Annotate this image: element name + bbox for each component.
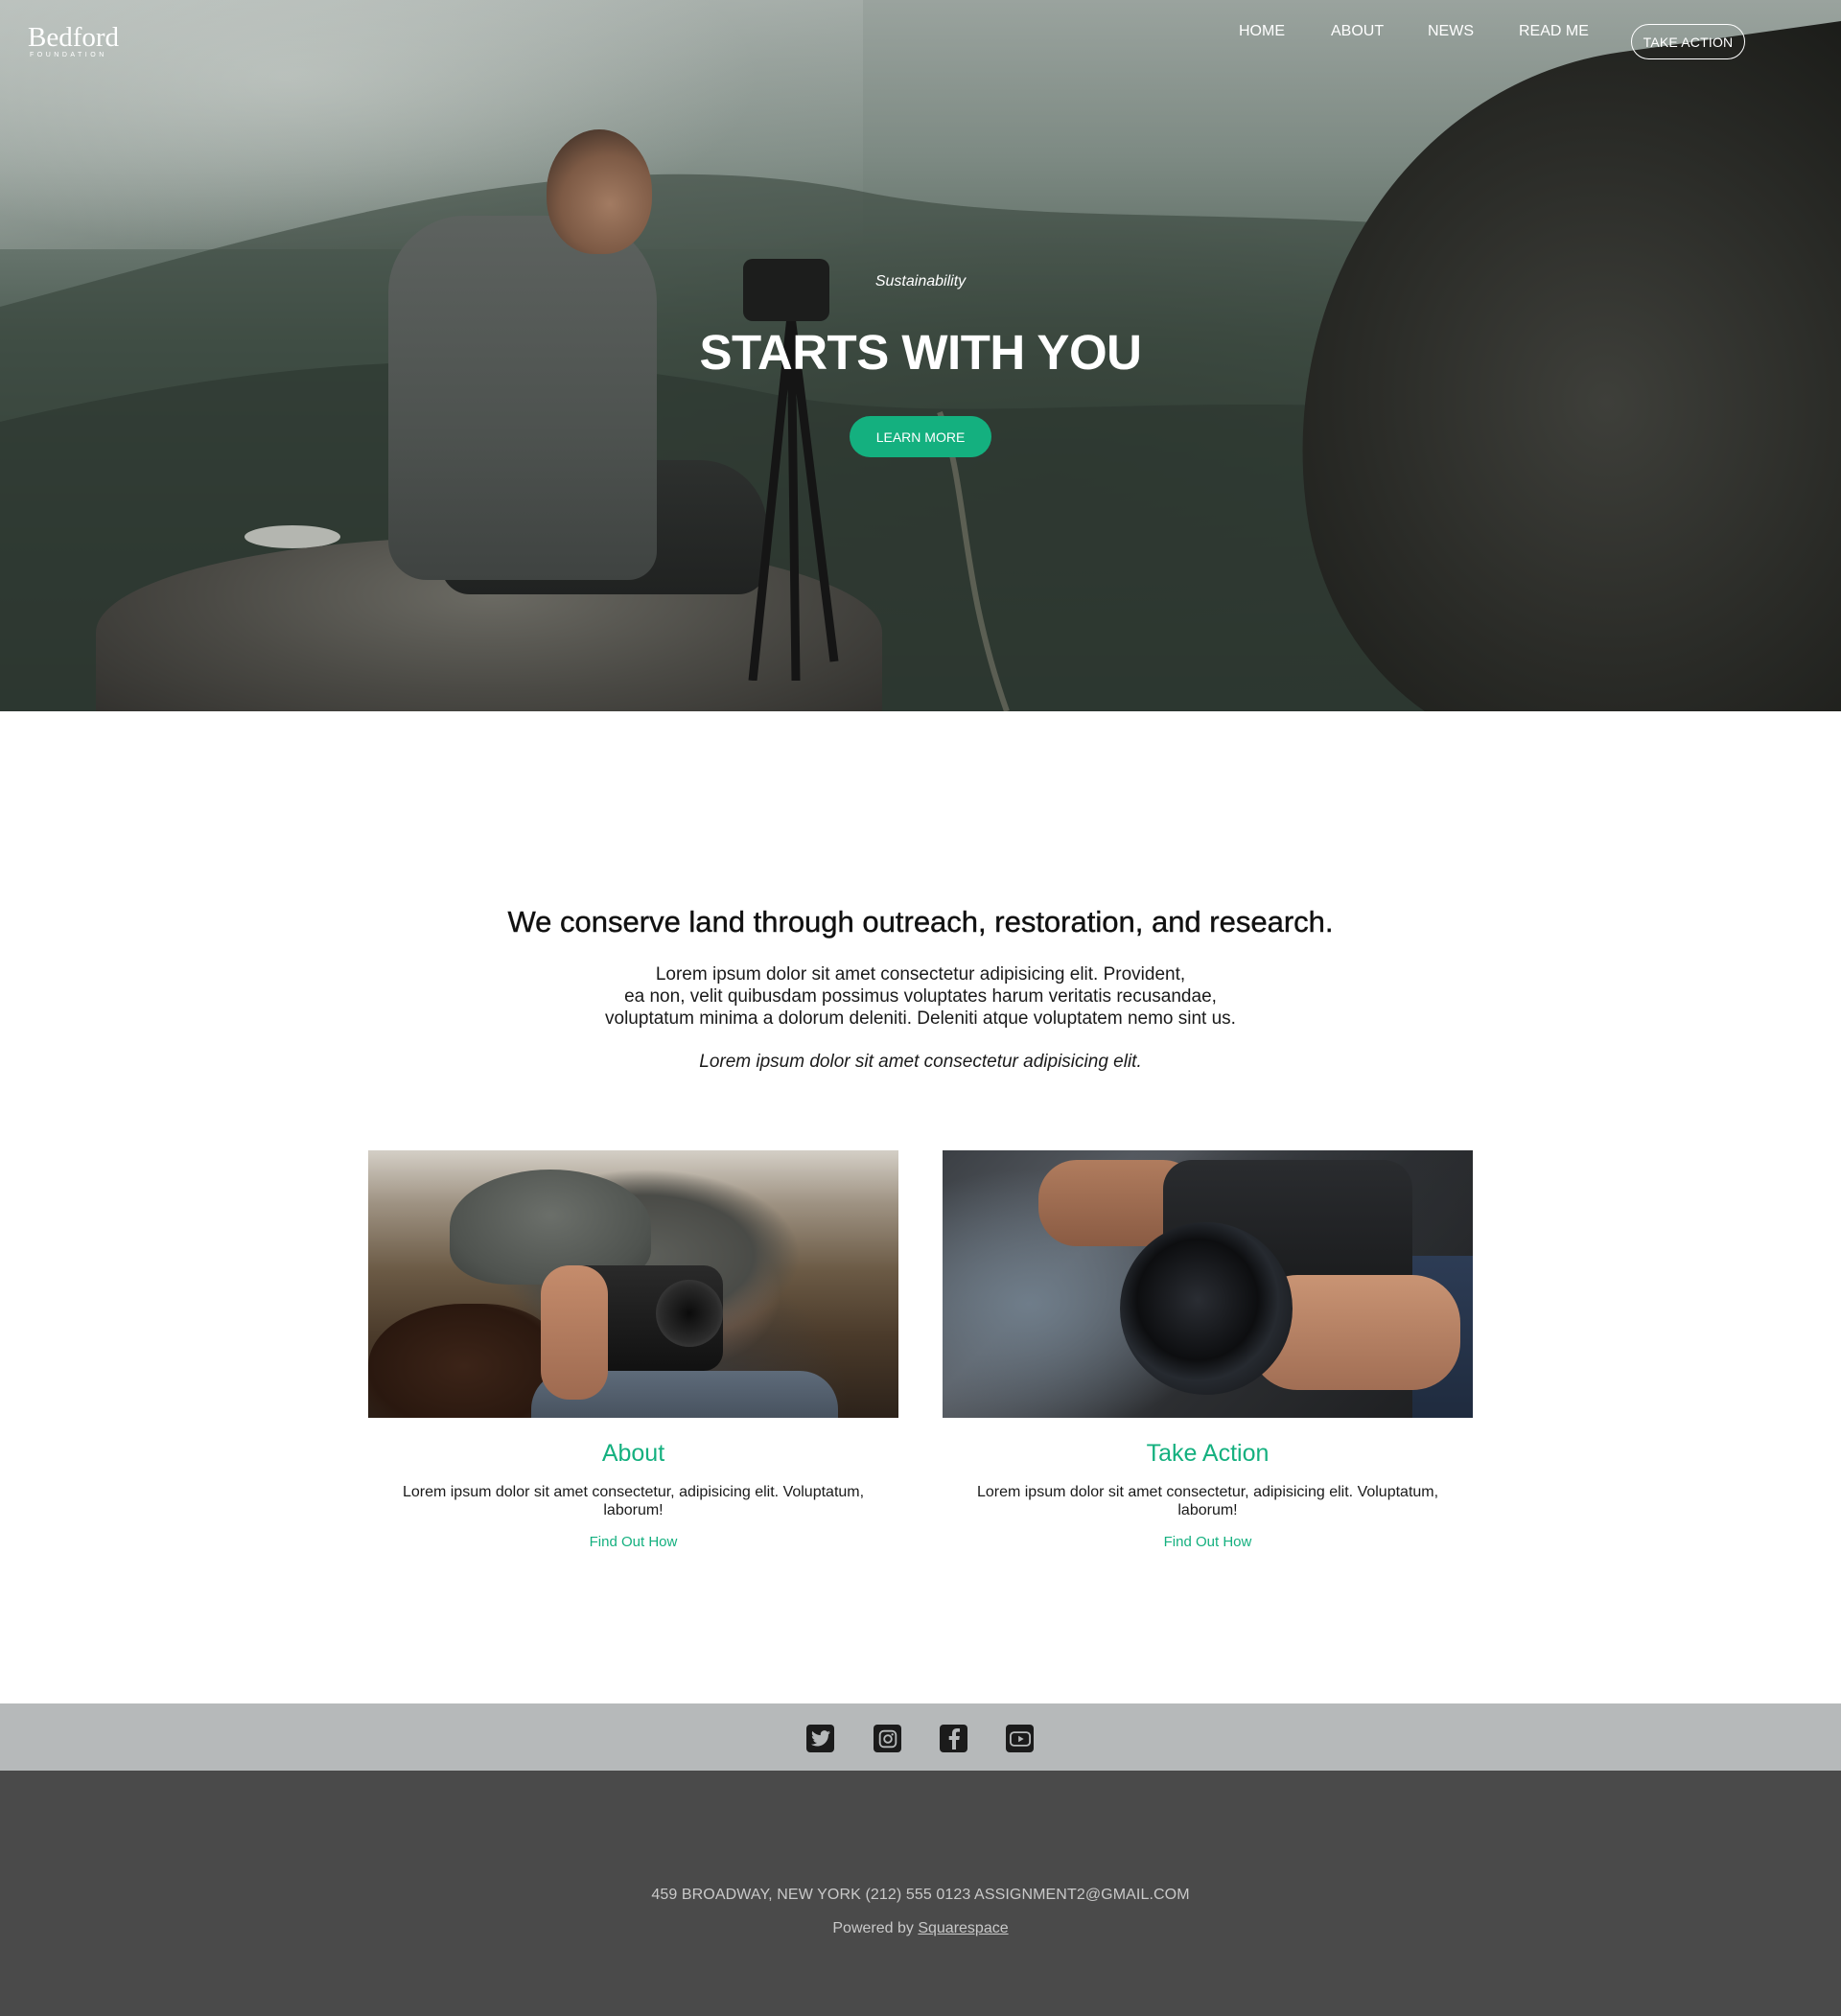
about-card-image [368, 1150, 898, 1418]
intro-italic-line: Lorem ipsum dolor sit amet consectetur a… [699, 1052, 1142, 1072]
take-action-button[interactable]: TAKE ACTION [1631, 24, 1745, 59]
nav-read-me[interactable]: READ ME [1519, 23, 1589, 40]
nav-news[interactable]: NEWS [1428, 23, 1474, 40]
intro-body-line: Lorem ipsum dolor sit amet consectetur a… [655, 964, 1186, 985]
about-image-lens [656, 1280, 723, 1347]
about-image-hand [541, 1265, 608, 1400]
learn-more-button[interactable]: LEARN MORE [850, 416, 991, 457]
hero-kicker: Sustainability [874, 273, 967, 290]
take-action-card: Take Action Lorem ipsum dolor sit amet c… [943, 1150, 1473, 1550]
take-action-card-image [943, 1150, 1473, 1418]
powered-by-label: Powered by [832, 1920, 914, 1936]
twitter-icon[interactable] [806, 1725, 834, 1752]
footer-contact-info: 459 BROADWAY, NEW YORK (212) 555 0123 AS… [651, 1887, 1190, 1903]
logo-wordmark: Bedford [28, 22, 120, 53]
site-logo[interactable]: Bedford FOUNDATION [28, 23, 119, 59]
take-action-card-text: Lorem ipsum dolor sit amet consectetur, … [976, 1484, 1439, 1518]
take-action-find-out-how-link[interactable]: Find Out How [943, 1534, 1473, 1550]
intro-body-line: ea non, velit quibusdam possimus volupta… [624, 986, 1217, 1007]
youtube-icon[interactable] [1006, 1725, 1034, 1752]
intro-heading: We conserve land through outreach, resto… [507, 905, 1334, 938]
about-card-text: Lorem ipsum dolor sit amet consectetur, … [402, 1484, 865, 1518]
hero-person-body [388, 216, 657, 580]
hero-section: Bedford FOUNDATION HOME ABOUT NEWS READ … [0, 0, 1841, 711]
nav-about[interactable]: ABOUT [1331, 23, 1384, 40]
about-find-out-how-link[interactable]: Find Out How [368, 1534, 898, 1550]
nav-home[interactable]: HOME [1239, 23, 1285, 40]
about-card-title: About [601, 1440, 665, 1467]
site-footer: 459 BROADWAY, NEW YORK (212) 555 0123 AS… [0, 1771, 1841, 2016]
social-bar [0, 1703, 1841, 1771]
about-card: About Lorem ipsum dolor sit amet consect… [368, 1150, 898, 1550]
logo-tagline: FOUNDATION [30, 52, 107, 58]
intro-body-line: voluptatum minima a dolorum deleniti. De… [605, 1008, 1236, 1029]
squarespace-link[interactable]: Squarespace [918, 1920, 1008, 1936]
footer-powered-by: Powered by Squarespace [0, 1920, 1841, 1937]
instagram-icon[interactable] [874, 1725, 901, 1752]
action-image-lens [1120, 1222, 1293, 1395]
hero-person-head [547, 129, 652, 254]
intro-body: Lorem ipsum dolor sit amet consectetur a… [537, 963, 1304, 1030]
hero-title: STARTS WITH YOU [699, 325, 1142, 380]
facebook-icon[interactable] [940, 1725, 967, 1752]
take-action-card-title: Take Action [1146, 1440, 1270, 1467]
